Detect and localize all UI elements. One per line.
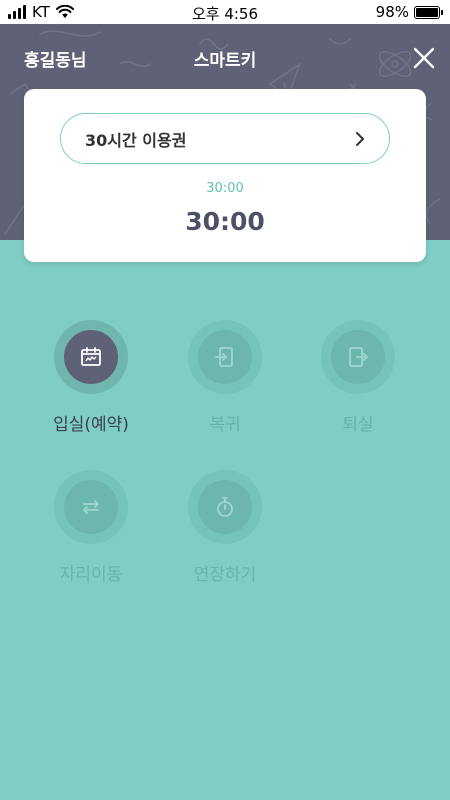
move-seat-button[interactable] <box>54 470 128 544</box>
ticket-selector[interactable]: 30시간 이용권 <box>60 113 390 164</box>
action-return[interactable]: 복귀 <box>160 320 290 435</box>
close-icon[interactable] <box>410 44 438 72</box>
action-check-out[interactable]: 퇴실 <box>293 320 423 435</box>
remaining-time-label: 30:00 <box>206 181 244 196</box>
calendar-icon <box>81 347 101 366</box>
stopwatch-icon <box>217 497 233 517</box>
ticket-name: 30시간 이용권 <box>85 130 187 150</box>
extend-button[interactable] <box>188 470 262 544</box>
move-seat-label: 자리이동 <box>59 565 123 585</box>
page-title: 스마트키 <box>193 51 257 71</box>
chevron-right-icon <box>356 131 364 146</box>
action-check-in[interactable]: 입실(예약) <box>26 320 156 435</box>
exit-icon <box>349 347 368 367</box>
battery-fill <box>416 7 438 17</box>
remaining-time: 30:00 <box>185 207 265 236</box>
action-move-seat[interactable]: 자리이동 <box>26 470 156 585</box>
enter-icon <box>215 347 233 367</box>
status-right: 98% <box>375 3 443 21</box>
return-button[interactable] <box>188 320 262 394</box>
extend-label: 연장하기 <box>193 565 257 585</box>
battery-icon <box>414 5 443 19</box>
check-in-button[interactable] <box>54 320 128 394</box>
ticket-card: 30시간 이용권 30:00 30:00 <box>24 89 426 262</box>
status-bar: KT 오후 4:56 98% <box>0 0 450 24</box>
battery-percent: 98% <box>375 3 409 21</box>
check-out-label: 퇴실 <box>342 415 374 435</box>
swap-arrows-icon <box>83 500 99 514</box>
check-out-button[interactable] <box>321 320 395 394</box>
check-in-label: 입실(예약) <box>53 415 129 435</box>
return-label: 복귀 <box>209 415 241 435</box>
action-extend[interactable]: 연장하기 <box>160 470 290 585</box>
